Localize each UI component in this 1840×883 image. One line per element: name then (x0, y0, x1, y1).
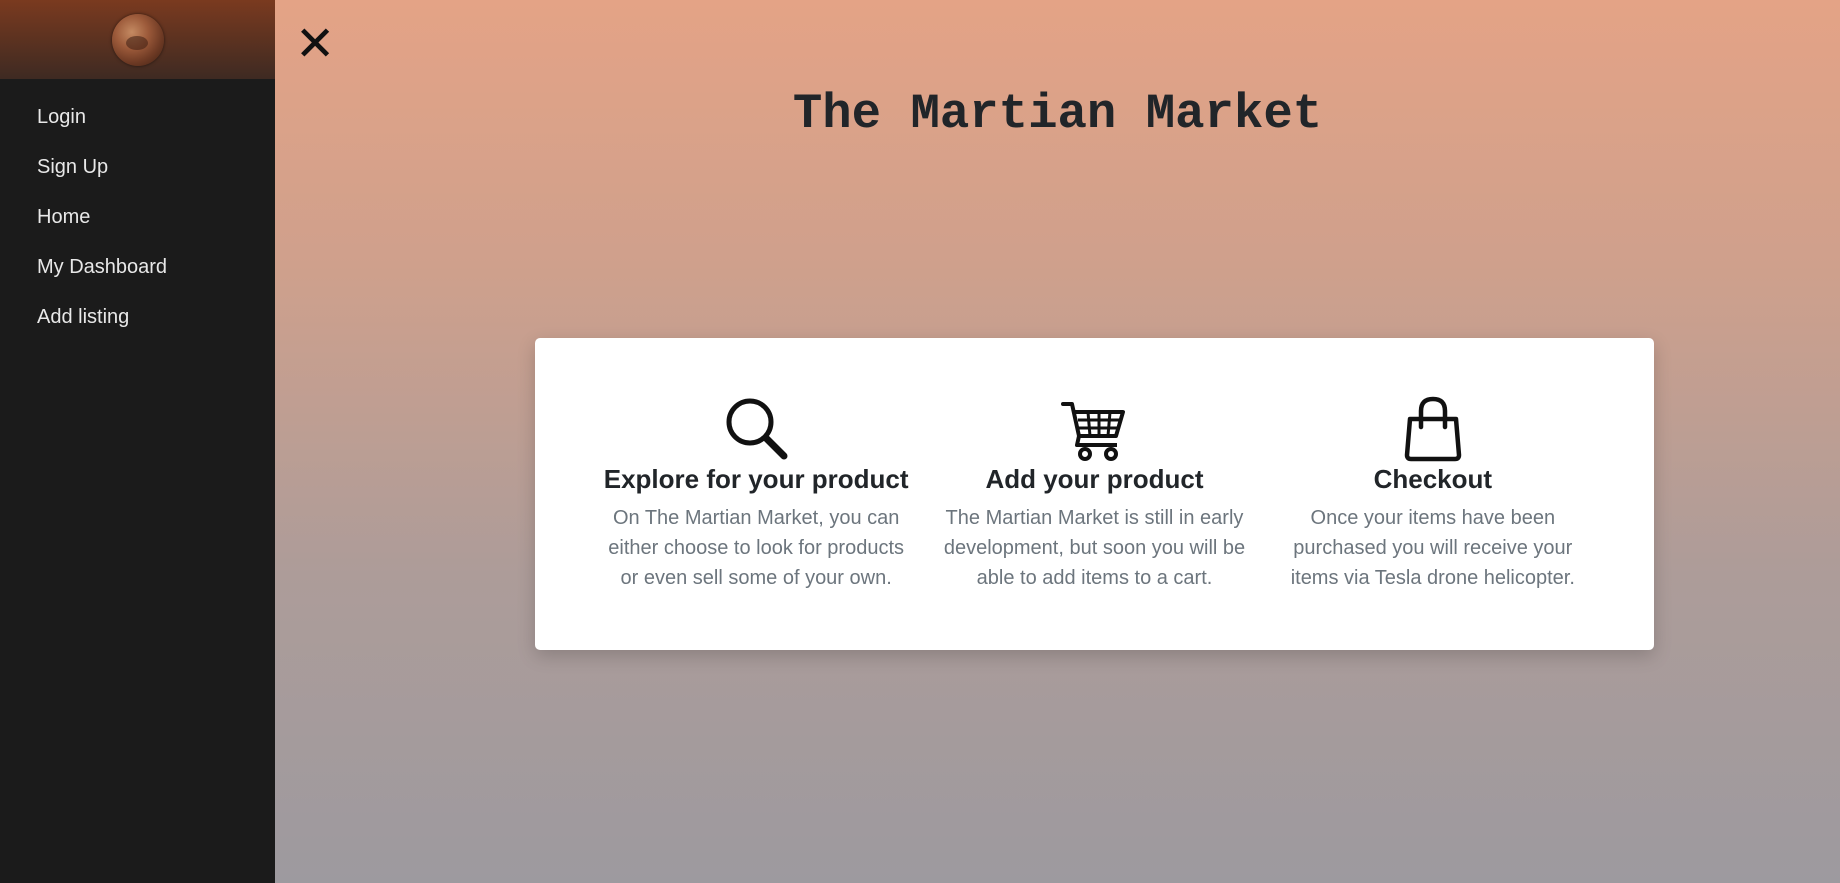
cart-icon (1061, 396, 1127, 462)
sidebar-item-login[interactable]: Login (0, 92, 275, 142)
search-icon (723, 396, 789, 462)
main-content: ✕ The Martian Market Explore for your pr… (275, 0, 1840, 883)
sidebar-nav: Login Sign Up Home My Dashboard Add list… (0, 79, 275, 342)
features-card: Explore for your product On The Martian … (535, 338, 1654, 650)
feature-explore: Explore for your product On The Martian … (587, 396, 925, 650)
sidebar-item-add-listing[interactable]: Add listing (0, 292, 275, 342)
sidebar-item-sign-up[interactable]: Sign Up (0, 142, 275, 192)
feature-title: Checkout (1373, 464, 1493, 494)
feature-title: Explore for your product (603, 464, 909, 494)
sidebar-header (0, 0, 275, 79)
feature-description: On The Martian Market, you can either ch… (608, 507, 905, 589)
feature-checkout: Checkout Once your items have been purch… (1264, 396, 1602, 650)
mars-planet-icon[interactable] (111, 13, 164, 66)
feature-description: Once your items have been purchased you … (1290, 507, 1575, 589)
sidebar-item-my-dashboard[interactable]: My Dashboard (0, 242, 275, 292)
feature-description: The Martian Market is still in early dev… (943, 507, 1246, 589)
sidebar-item-home[interactable]: Home (0, 192, 275, 242)
shopping-bag-icon (1400, 396, 1466, 462)
sidebar: Login Sign Up Home My Dashboard Add list… (0, 0, 275, 883)
feature-add-product: Add your product The Martian Market is s… (925, 396, 1263, 650)
close-icon[interactable]: ✕ (295, 20, 335, 68)
feature-title: Add your product (985, 464, 1204, 494)
page-title: The Martian Market (792, 86, 1323, 142)
